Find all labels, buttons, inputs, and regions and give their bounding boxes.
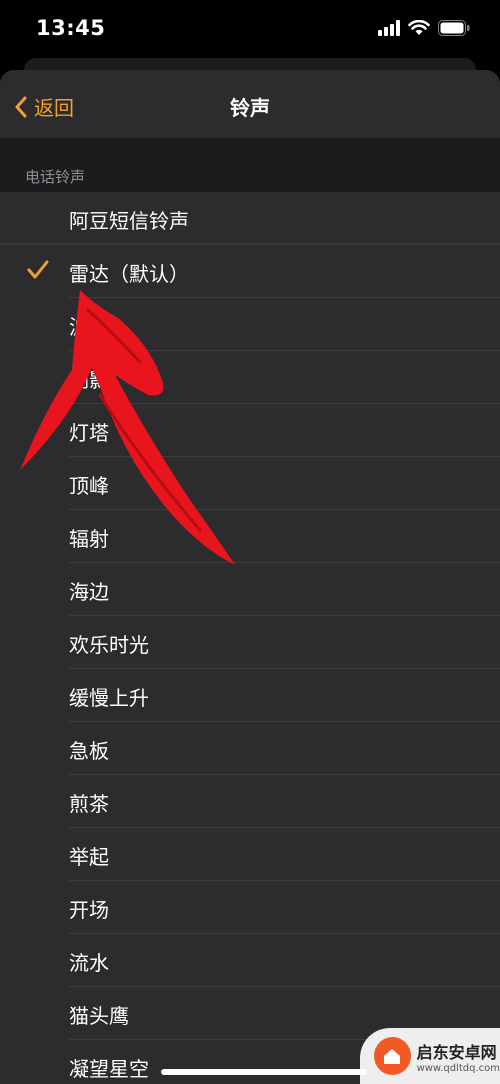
ringtone-label: 欢乐时光 (69, 633, 149, 657)
ringtone-label: 煎茶 (69, 792, 109, 816)
status-bar: 13:45 (0, 0, 500, 58)
ringtone-label: 倒影 (69, 368, 109, 392)
watermark-url: www.qdltdq.com (416, 1062, 500, 1074)
ringtone-row[interactable]: 欢乐时光 (0, 616, 500, 669)
ringtone-label: 雷达（默认） (69, 262, 189, 286)
watermark-logo-icon (374, 1037, 411, 1075)
section-header: 电话铃声 (25, 168, 86, 186)
ringtone-sheet: 返回 铃声 电话铃声 阿豆短信铃声 雷达（默认） 波浪 倒影 灯塔 顶峰 辐射 … (0, 70, 500, 1084)
ringtone-row[interactable]: 煎茶 (0, 775, 500, 828)
wifi-icon (408, 20, 430, 35)
ringtone-row[interactable]: 波浪 (0, 298, 500, 351)
house-icon (384, 1049, 401, 1064)
page-title: 铃声 (230, 96, 270, 120)
ringtone-label: 辐射 (69, 527, 109, 551)
status-icons (378, 20, 470, 36)
ringtone-label: 缓慢上升 (69, 686, 149, 710)
signal-icon (378, 20, 400, 36)
ringtone-row[interactable]: 灯塔 (0, 404, 500, 457)
ringtone-label: 顶峰 (69, 474, 109, 498)
battery-icon (438, 20, 470, 36)
ringtone-label: 灯塔 (69, 421, 109, 445)
ringtone-list: 阿豆短信铃声 雷达（默认） 波浪 倒影 灯塔 顶峰 辐射 海边 欢乐时光 缓慢上… (0, 192, 500, 1084)
ringtone-label: 海边 (69, 580, 109, 604)
home-indicator[interactable] (161, 1069, 367, 1075)
ringtone-label: 阿豆短信铃声 (69, 209, 189, 233)
ringtone-label: 急板 (69, 739, 109, 763)
ringtone-row[interactable]: 举起 (0, 828, 500, 881)
ringtone-label: 波浪 (69, 315, 109, 339)
ringtone-row[interactable]: 辐射 (0, 510, 500, 563)
ringtone-row[interactable]: 开场 (0, 881, 500, 934)
ringtone-label: 猫头鹰 (69, 1004, 129, 1028)
ringtone-row[interactable]: 流水 (0, 934, 500, 987)
ringtone-row[interactable]: 阿豆短信铃声 (0, 192, 500, 245)
ringtone-label: 开场 (69, 898, 109, 922)
ringtone-row[interactable]: 倒影 (0, 351, 500, 404)
navigation-bar: 返回 铃声 (0, 70, 500, 138)
watermark-text: 启东安卓网 www.qdltdq.com (417, 1039, 500, 1074)
ringtone-label: 流水 (69, 951, 109, 975)
ringtone-row[interactable]: 顶峰 (0, 457, 500, 510)
ringtone-row[interactable]: 缓慢上升 (0, 669, 500, 722)
status-time: 13:45 (36, 16, 106, 40)
ringtone-row[interactable]: 海边 (0, 563, 500, 616)
checkmark-icon (27, 260, 49, 279)
ringtone-row-selected[interactable]: 雷达（默认） (0, 245, 500, 298)
watermark-name: 启东安卓网 (416, 1042, 497, 1062)
ringtone-label: 举起 (69, 845, 109, 869)
ringtone-row[interactable]: 急板 (0, 722, 500, 775)
watermark-badge: 启东安卓网 www.qdltdq.com (360, 1028, 500, 1084)
ringtone-label: 凝望星空 (69, 1057, 149, 1081)
